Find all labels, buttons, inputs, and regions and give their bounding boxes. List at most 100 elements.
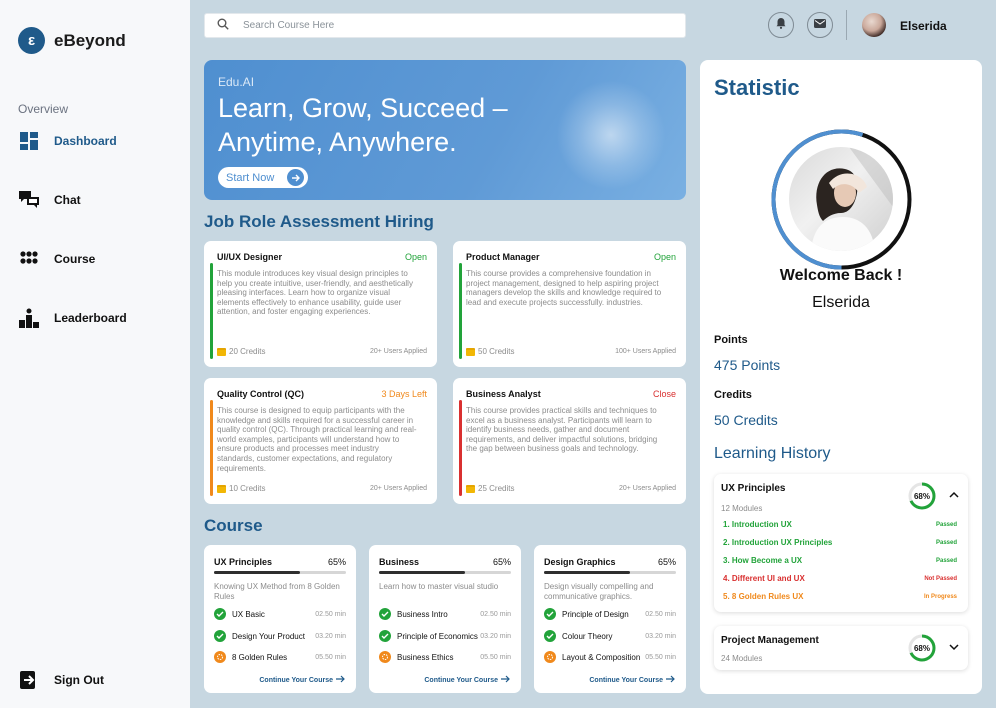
course-section-title: Course [204, 516, 263, 535]
arrow-right-icon [336, 675, 346, 685]
lesson-item[interactable]: 8 Golden Rules 05.50 min [214, 651, 346, 663]
lesson-item[interactable]: Business Intro 02.50 min [379, 608, 511, 620]
dashboard-icon [18, 130, 40, 152]
job-title: Quality Control (QC) [217, 389, 304, 399]
history-module-row[interactable]: 2. Introduction UX Principles Passed [723, 538, 957, 547]
job-credits: 10 Credits [217, 484, 265, 493]
lesson-item[interactable]: Business Ethics 05.50 min [379, 651, 511, 663]
lesson-item[interactable]: Layout & Composition 05.50 min [544, 651, 676, 663]
history-course-name: UX Principles [721, 483, 786, 494]
check-icon [214, 630, 226, 642]
job-status-bar [459, 263, 462, 359]
lesson-name: Design Your Product [232, 631, 305, 641]
brand-mark: ε [18, 27, 45, 54]
sign-out-button[interactable]: Sign Out [18, 669, 104, 691]
history-modules: 12 Modules [721, 504, 763, 513]
job-status-bar [459, 400, 462, 496]
history-card-pm[interactable]: Project Management 24 Modules 68% [714, 626, 968, 670]
history-modules: 24 Modules [721, 654, 763, 663]
course-description: Knowing UX Method from 8 Golden Rules [214, 582, 340, 601]
lesson-item[interactable]: Principle of Economics 03.20 min [379, 630, 511, 642]
in-progress-icon [214, 651, 226, 663]
history-module-row[interactable]: 5. 8 Golden Rules UX In Progress [723, 592, 957, 601]
course-card[interactable]: Business 65% Learn how to master visual … [369, 545, 521, 693]
job-credits-label: 50 Credits [478, 347, 515, 356]
sidebar-item-chat[interactable]: Chat [18, 189, 81, 211]
job-card[interactable]: Business Analyst Close This course provi… [453, 378, 686, 504]
history-module-row[interactable]: 3. How Become a UX Passed [723, 556, 957, 565]
sidebar-item-leaderboard[interactable]: Leaderboard [18, 307, 127, 329]
module-name: 3. How Become a UX [723, 556, 803, 565]
lesson-name: UX Basic [232, 609, 265, 619]
start-now-button[interactable]: Start Now [218, 167, 308, 188]
module-status: Passed [935, 557, 957, 564]
job-status: 3 Days Left [381, 389, 427, 399]
course-percent: 65% [327, 557, 346, 567]
continue-course-link[interactable]: Continue Your Course [589, 675, 676, 685]
mail-button[interactable] [807, 12, 833, 38]
search-input[interactable] [243, 20, 643, 31]
lesson-time: 03.20 min [315, 632, 346, 640]
job-description: This module introduces key visual design… [217, 269, 413, 317]
job-credits-label: 10 Credits [229, 484, 266, 493]
lesson-name: Colour Theory [562, 631, 613, 641]
course-description: Design visually compelling and communica… [544, 582, 654, 601]
arrow-right-icon [287, 169, 304, 186]
arrow-right-icon [666, 675, 676, 685]
check-icon [544, 608, 556, 620]
job-card[interactable]: UI/UX Designer Open This module introduc… [204, 241, 437, 367]
lesson-item[interactable]: Design Your Product 03.20 min [214, 630, 346, 642]
lesson-item[interactable]: Principle of Design 02.50 min [544, 608, 676, 620]
module-name: 4. Different UI and UX [723, 574, 805, 583]
course-card[interactable]: Design Graphics 65% Design visually comp… [534, 545, 686, 693]
course-title: UX Principles [214, 557, 273, 567]
learning-history-title: Learning History [714, 445, 831, 462]
lesson-item[interactable]: UX Basic 02.50 min [214, 608, 346, 620]
history-card-ux[interactable]: UX Principles 12 Modules 68% 1. Introduc… [714, 474, 968, 612]
course-card[interactable]: UX Principles 65% Knowing UX Method from… [204, 545, 356, 693]
module-name: 2. Introduction UX Principles [723, 538, 833, 547]
course-title: Design Graphics [544, 557, 616, 567]
brand-name: eBeyond [54, 30, 126, 50]
continue-course-link[interactable]: Continue Your Course [424, 675, 511, 685]
points-label: Points [714, 334, 748, 346]
history-module-row[interactable]: 4. Different UI and UX Not Passed [723, 574, 957, 583]
job-users-applied: 100+ Users Applied [615, 348, 676, 355]
job-users-applied: 20+ Users Applied [369, 348, 427, 355]
hero-title: Learn, Grow, Succeed – Anytime, Anywhere… [218, 93, 508, 157]
brand-logo[interactable]: ε eBeyond [18, 27, 126, 54]
chevron-up-icon[interactable] [949, 490, 959, 500]
notification-button[interactable] [768, 12, 794, 38]
welcome-heading: Welcome Back ! [779, 267, 903, 284]
job-card[interactable]: Quality Control (QC) 3 Days Left This co… [204, 378, 437, 504]
job-title: Business Analyst [466, 389, 541, 399]
job-status: Open [404, 252, 427, 262]
chevron-down-icon[interactable] [949, 642, 959, 652]
lesson-time: 05.50 min [645, 653, 676, 661]
continue-course-link[interactable]: Continue Your Course [259, 675, 346, 685]
welcome-user-name: Elserida [812, 294, 870, 311]
search-bar[interactable] [204, 13, 686, 38]
job-title: Product Manager [466, 252, 540, 262]
sun-burst-decoration [556, 80, 666, 190]
module-name: 1. Introduction UX [723, 520, 792, 529]
coin-icon [466, 484, 475, 493]
sidebar-item-course[interactable]: Course [18, 248, 95, 270]
job-card[interactable]: Product Manager Open This course provide… [453, 241, 686, 367]
credits-value: 50 Credits [714, 412, 778, 428]
history-module-row[interactable]: 1. Introduction UX Passed [723, 520, 957, 529]
module-status: Passed [935, 521, 957, 528]
course-title: Business [379, 557, 420, 567]
sidebar-item-label: Chat [54, 193, 81, 207]
sidebar-item-dashboard[interactable]: Dashboard [18, 130, 117, 152]
main-area: Elserida Edu.AI Learn, Grow, Succeed – A… [190, 0, 996, 708]
check-icon [544, 630, 556, 642]
points-value: 475 Points [714, 357, 781, 373]
course-icon [18, 248, 40, 270]
statistic-panel: Statistic Welcome Back ! Elserida Points… [700, 60, 982, 694]
lesson-item[interactable]: Colour Theory 03.20 min [544, 630, 676, 642]
user-avatar[interactable] [862, 13, 886, 37]
course-progress-bar [544, 571, 676, 574]
lesson-name: 8 Golden Rules [232, 652, 288, 662]
user-name[interactable]: Elserida [900, 19, 947, 33]
